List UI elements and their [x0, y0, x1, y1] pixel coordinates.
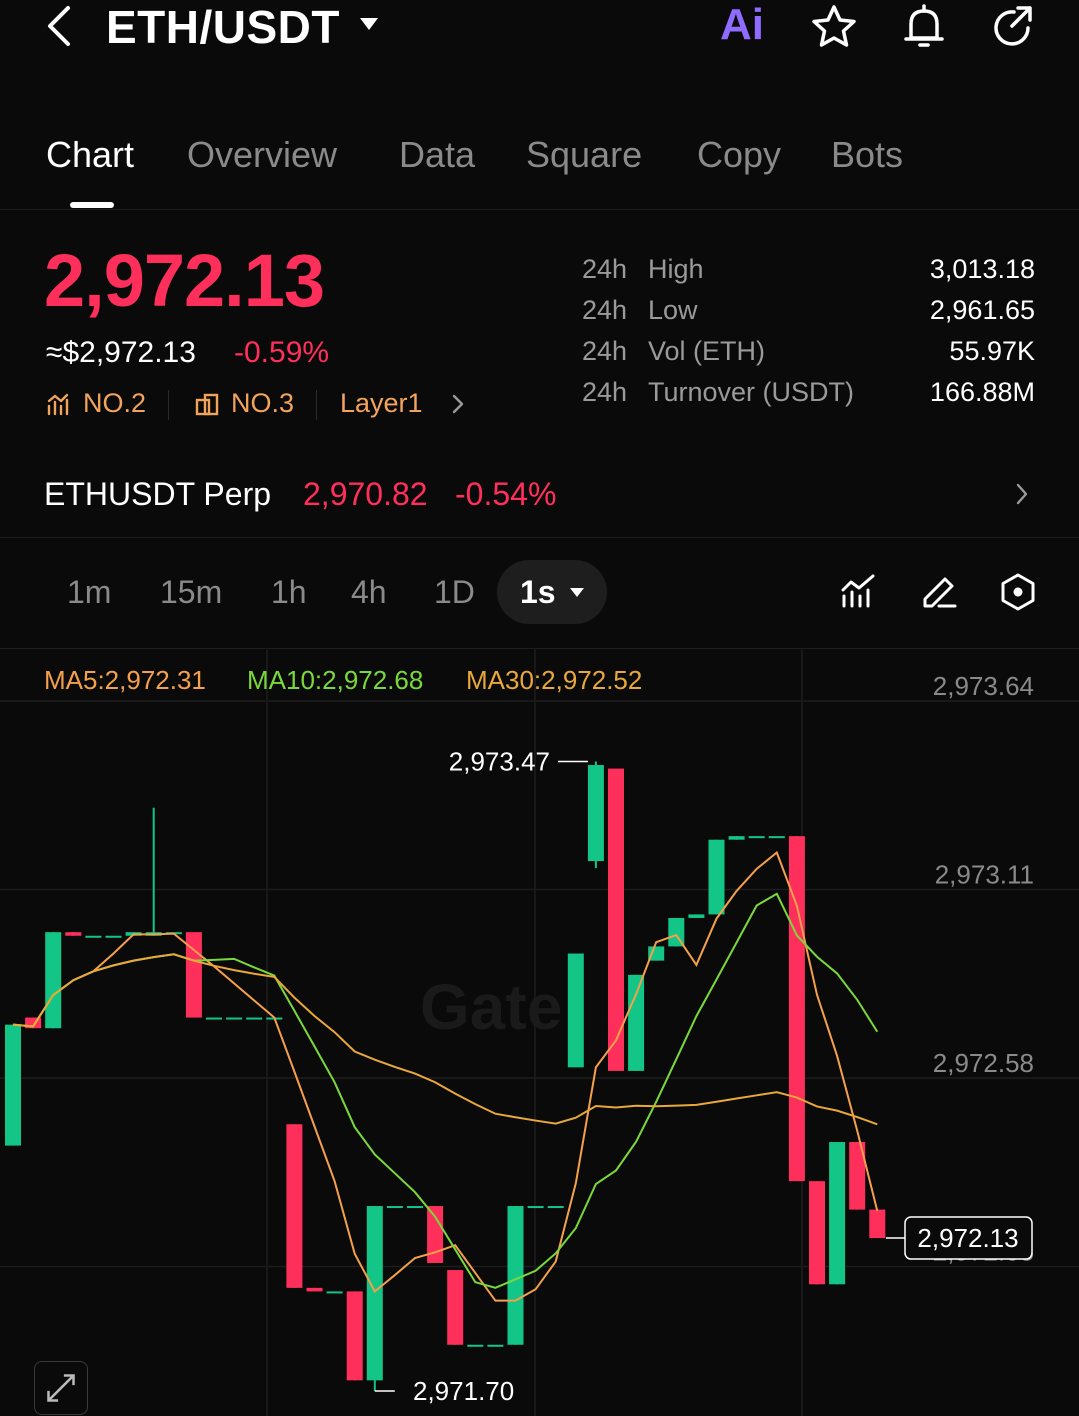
tab-chart[interactable]: Chart: [46, 134, 134, 176]
active-tab-indicator: [70, 202, 114, 208]
candle-body: [728, 836, 745, 840]
candle-body: [286, 1124, 303, 1288]
candle-body: [487, 1344, 504, 1347]
approx-usd-price: ≈$2,972.13: [46, 336, 196, 369]
tab-bots[interactable]: Bots: [831, 134, 903, 176]
candle-body: [628, 974, 645, 1071]
candle-body: [45, 932, 62, 1029]
draw-pencil-icon[interactable]: [919, 572, 959, 612]
candle-body: [206, 1017, 222, 1020]
candle-body: [507, 1206, 524, 1345]
interval-4h[interactable]: 4h: [351, 574, 387, 611]
candle-body: [366, 1206, 383, 1381]
stat-label-volume: 24h Vol (ETH): [582, 336, 766, 366]
candle-body: [527, 1206, 544, 1209]
candle-body: [708, 839, 725, 915]
tab-overview[interactable]: Overview: [187, 134, 337, 176]
candle-body: [306, 1287, 323, 1292]
market-cap-icon: [195, 393, 219, 416]
candlestick-chart[interactable]: Gate2,973.642,973.112,972.582,972.052,97…: [0, 649, 1079, 1416]
y-axis-tick-label: 2,972.58: [933, 1048, 1034, 1078]
tab-square[interactable]: Square: [526, 134, 642, 176]
main-tabs: Chart Overview Data Square Copy Bots: [0, 120, 1079, 210]
candle-body: [386, 1206, 403, 1209]
last-price: 2,972.13: [44, 239, 325, 322]
stat-label-high: 24h High: [582, 254, 704, 284]
bell-icon[interactable]: [899, 2, 949, 52]
candle-body: [467, 1344, 484, 1347]
ai-icon[interactable]: Ai: [720, 0, 764, 50]
settings-hexagon-icon[interactable]: [998, 572, 1038, 612]
candle-body: [346, 1291, 363, 1381]
tab-data[interactable]: Data: [399, 134, 475, 176]
price-change-percent: -0.59%: [234, 336, 330, 369]
candle-body: [407, 1206, 423, 1209]
ma5-label: MA5:2,972.31: [44, 665, 206, 695]
candle-body: [829, 1142, 846, 1285]
ma10-line: [12, 892, 879, 1289]
perp-price: 2,970.82: [303, 476, 428, 512]
perp-change: -0.54%: [455, 476, 557, 512]
pair-title[interactable]: ETH/USDT: [106, 0, 340, 54]
stat-value-low: 2,961.65: [929, 295, 1035, 325]
perp-contract-row[interactable]: ETHUSDT Perp 2,970.82 -0.54%: [0, 458, 1079, 538]
ma30-label: MA30:2,972.52: [466, 665, 643, 695]
candle-body: [447, 1270, 464, 1345]
current-price-label: 2,972.13: [917, 1223, 1018, 1253]
stat-label-low: 24h Low: [582, 295, 698, 325]
candle-body: [869, 1209, 886, 1239]
interval-1d[interactable]: 1D: [434, 574, 475, 611]
fullscreen-expand-icon[interactable]: [34, 1361, 88, 1415]
candle-body: [85, 935, 102, 938]
trend-rank-icon: [47, 393, 69, 416]
divider: [316, 390, 317, 420]
watermark: Gate: [420, 971, 562, 1043]
top-bar: ETH/USDT Ai: [0, 0, 1079, 70]
candle-body: [105, 935, 122, 938]
chevron-right-icon[interactable]: [1014, 480, 1030, 508]
interval-1s[interactable]: 1s: [520, 574, 556, 611]
stat-value-turnover: 166.88M: [929, 377, 1035, 407]
interval-15m[interactable]: 15m: [160, 574, 222, 611]
star-icon[interactable]: [809, 2, 859, 52]
indicators-icon[interactable]: [839, 572, 879, 612]
y-axis-tick-label: 2,973.64: [933, 671, 1034, 701]
price-chart[interactable]: Gate2,973.642,973.112,972.582,972.052,97…: [0, 648, 1079, 1416]
category-tag[interactable]: Layer1: [340, 388, 423, 419]
candle-body: [688, 914, 705, 918]
candle-body: [226, 1017, 243, 1020]
candle-body: [326, 1291, 343, 1294]
caret-down-icon[interactable]: [569, 586, 585, 598]
back-icon[interactable]: [40, 2, 80, 50]
divider: [168, 390, 169, 420]
stat-label-turnover: 24h Turnover (USDT): [582, 377, 855, 407]
candle-body: [65, 932, 82, 936]
high-price-label: 2,973.47: [449, 746, 550, 776]
candle-body: [809, 1181, 825, 1285]
candle-body: [587, 765, 604, 862]
share-icon[interactable]: [988, 2, 1038, 52]
interval-1m[interactable]: 1m: [67, 574, 111, 611]
y-axis-tick-label: 2,973.11: [935, 860, 1034, 890]
interval-1h[interactable]: 1h: [271, 574, 307, 611]
ma10-label: MA10:2,972.68: [247, 665, 424, 695]
caret-down-icon[interactable]: [358, 14, 380, 34]
interval-selector: 1m 15m 1h 4h 1D 1s: [0, 556, 1079, 632]
rank-badge-2[interactable]: NO.3: [231, 388, 294, 419]
candle-body: [567, 953, 584, 1068]
stat-value-high: 3,013.18: [929, 254, 1035, 284]
low-price-label: 2,971.70: [413, 1376, 514, 1406]
candle-body: [748, 836, 765, 839]
candle-body: [5, 1024, 21, 1146]
perp-name: ETHUSDT Perp: [44, 476, 272, 512]
candle-body: [788, 836, 805, 1182]
chevron-right-icon[interactable]: [450, 392, 466, 416]
candle-body: [768, 836, 785, 839]
rank-badge-1[interactable]: NO.2: [83, 388, 146, 419]
candle-body: [246, 1017, 263, 1020]
candle-body: [547, 1206, 564, 1209]
tab-copy[interactable]: Copy: [697, 134, 781, 176]
stat-value-volume: 55.97K: [949, 336, 1035, 366]
